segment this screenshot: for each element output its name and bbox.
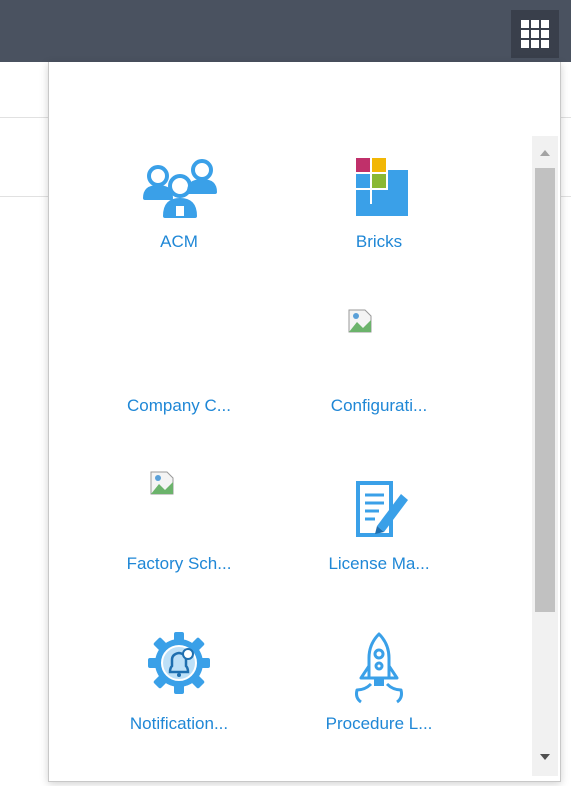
grid-icon [521, 20, 549, 48]
app-label: Factory Sch... [126, 554, 232, 573]
app-tile-bricks[interactable]: Bricks [289, 152, 469, 262]
app-label: Company C... [127, 396, 231, 415]
app-launcher-button[interactable] [511, 10, 559, 58]
broken-image-icon [150, 471, 174, 495]
broken-image-icon [348, 309, 372, 333]
top-bar [0, 0, 571, 62]
app-label: License Ma... [328, 554, 430, 573]
scrollbar[interactable] [532, 136, 558, 776]
license-document-icon [356, 481, 408, 537]
scroll-up-arrow-icon[interactable] [532, 140, 558, 166]
app-tile-acm[interactable]: ACM [89, 152, 269, 262]
notification-gear-icon [148, 632, 210, 694]
users-group-icon [143, 159, 217, 218]
scroll-down-arrow-icon[interactable] [532, 744, 558, 770]
app-label: Bricks [355, 232, 403, 251]
app-tile-factory[interactable]: Factory Sch... [89, 462, 269, 582]
scrollbar-thumb[interactable] [535, 168, 555, 612]
app-label: Configurati... [330, 396, 428, 415]
app-label: ACM [160, 232, 198, 251]
app-label: Procedure L... [325, 714, 433, 733]
app-tile-license[interactable]: License Ma... [289, 462, 469, 582]
app-tile-company[interactable]: Company C... [89, 382, 269, 422]
app-tile-configuration[interactable]: Configurati... [289, 302, 469, 422]
bricks-icon [356, 158, 408, 216]
app-tile-notification[interactable]: Notification... [89, 622, 269, 742]
app-launcher-panel: ACM Bricks Company C... Configurati... F… [48, 62, 561, 782]
rocket-icon [355, 632, 403, 704]
app-tile-procedure[interactable]: Procedure L... [289, 622, 469, 742]
app-label: Notification... [129, 714, 229, 733]
